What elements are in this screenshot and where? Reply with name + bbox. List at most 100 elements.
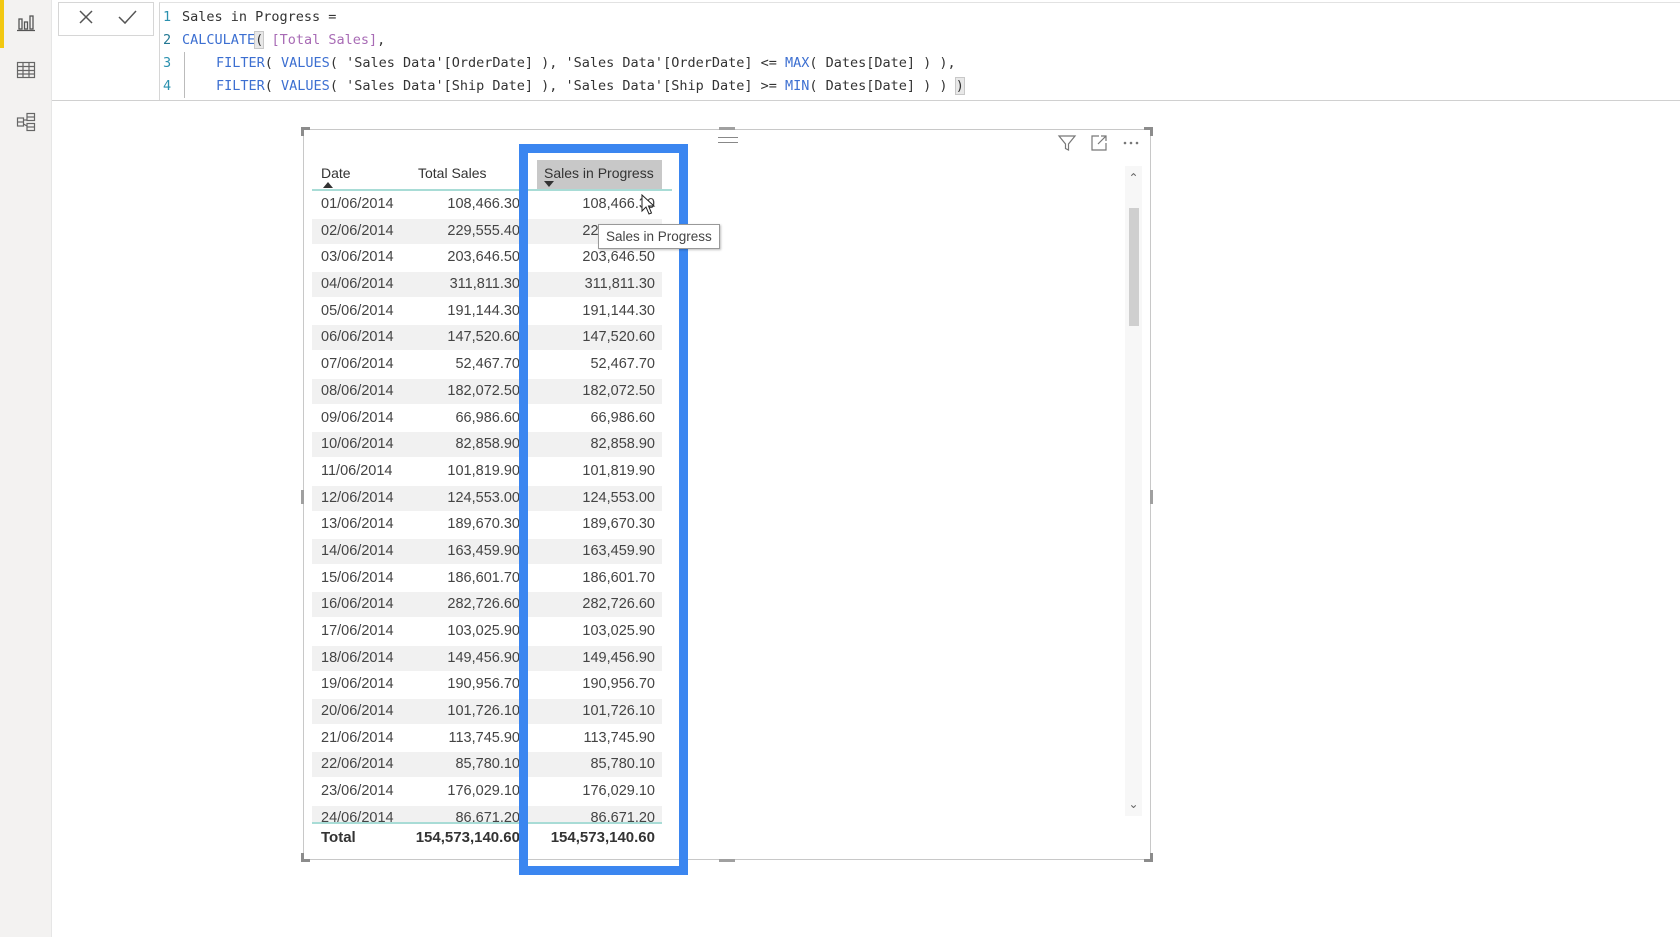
total-sales-cell: 282,726.60 xyxy=(447,596,520,613)
filter-button[interactable] xyxy=(1056,134,1078,156)
date-cell: 23/06/2014 xyxy=(321,783,394,800)
vertical-scrollbar[interactable]: ⌃ ⌄ xyxy=(1125,166,1142,816)
date-cell: 08/06/2014 xyxy=(321,382,394,399)
code-token: , xyxy=(377,32,386,48)
resize-handle-top-left[interactable] xyxy=(301,127,310,136)
table-row[interactable]: 21/06/2014 113,745.90 113,745.90 xyxy=(312,725,672,752)
table-row[interactable]: 15/06/2014 186,601.70 186,601.70 xyxy=(312,565,672,592)
sort-ascending-icon xyxy=(323,182,333,188)
column-label: Sales in Progress xyxy=(544,165,654,181)
total-sales-cell: 229,555.40 xyxy=(447,222,520,239)
table-row[interactable]: 05/06/2014 191,144.30 191,144.30 xyxy=(312,298,672,325)
date-cell: 10/06/2014 xyxy=(321,436,394,453)
resize-handle-right[interactable] xyxy=(1150,490,1153,504)
data-table: Date Total Sales Sales in Progress 01/06… xyxy=(312,160,672,852)
total-sales-cell: 186,601.70 xyxy=(447,569,520,586)
code-token: MIN xyxy=(784,78,810,94)
column-header-total-sales[interactable]: Total Sales xyxy=(418,160,518,189)
scroll-up-button[interactable]: ⌃ xyxy=(1125,168,1142,188)
table-row[interactable]: 09/06/2014 66,986.60 66,986.60 xyxy=(312,405,672,432)
table-header: Date Total Sales Sales in Progress xyxy=(312,160,672,191)
table-row[interactable]: 16/06/2014 282,726.60 282,726.60 xyxy=(312,591,672,618)
table-row[interactable]: 19/06/2014 190,956.70 190,956.70 xyxy=(312,671,672,698)
table-row[interactable]: 23/06/2014 176,029.10 176,029.10 xyxy=(312,778,672,805)
cancel-formula-button[interactable] xyxy=(71,4,101,34)
model-diagram-icon xyxy=(15,111,37,138)
date-cell: 15/06/2014 xyxy=(321,569,394,586)
table-row[interactable]: 06/06/2014 147,520.60 147,520.60 xyxy=(312,324,672,351)
date-cell: 05/06/2014 xyxy=(321,302,394,319)
data-view-button[interactable] xyxy=(0,48,52,96)
scroll-down-button[interactable]: ⌄ xyxy=(1125,794,1142,814)
resize-handle-top-right[interactable] xyxy=(1144,127,1153,136)
bar-chart-icon xyxy=(15,11,37,38)
sales-in-progress-cell: 189,670.30 xyxy=(582,516,655,533)
formula-line: 2 CALCULATE( [Total Sales], xyxy=(160,29,1680,52)
resize-handle-left[interactable] xyxy=(301,490,304,504)
date-cell: 02/06/2014 xyxy=(321,222,394,239)
table-row[interactable]: 04/06/2014 311,811.30 311,811.30 xyxy=(312,271,672,298)
report-view-button[interactable] xyxy=(0,0,52,48)
table-visual[interactable]: Date Total Sales Sales in Progress 01/06… xyxy=(301,127,1153,862)
resize-handle-top[interactable] xyxy=(719,127,735,130)
focus-mode-button[interactable] xyxy=(1088,134,1110,156)
table-row[interactable]: 11/06/2014 101,819.90 101,819.90 xyxy=(312,458,672,485)
resize-handle-bottom[interactable] xyxy=(719,859,735,862)
resize-handle-bottom-right[interactable] xyxy=(1144,853,1153,862)
code-token: FILTER xyxy=(216,55,265,71)
sales-in-progress-cell: 191,144.30 xyxy=(582,302,655,319)
table-row[interactable]: 14/06/2014 163,459.90 163,459.90 xyxy=(312,538,672,565)
drag-grip-handle[interactable] xyxy=(718,137,738,143)
code-token: ( xyxy=(264,55,282,71)
total-sales-cell: 149,456.90 xyxy=(447,649,520,666)
view-switcher-rail xyxy=(0,0,52,937)
formula-line: 3 FILTER( VALUES( 'Sales Data'[OrderDate]… xyxy=(160,52,1680,75)
focus-mode-icon xyxy=(1089,133,1109,158)
code-token: ( xyxy=(264,78,282,94)
sales-in-progress-cell: 186,601.70 xyxy=(582,569,655,586)
code-token: FILTER xyxy=(216,78,265,94)
checkmark-icon xyxy=(117,7,137,32)
sales-in-progress-cell: 108,466.30 xyxy=(582,196,655,212)
table-grid-icon xyxy=(15,59,37,86)
chevron-down-icon: ⌄ xyxy=(1128,797,1139,811)
table-row[interactable]: 07/06/2014 52,467.70 52,467.70 xyxy=(312,351,672,378)
close-icon xyxy=(76,7,96,32)
total-sales-cell: 66,986.60 xyxy=(455,409,520,426)
table-row[interactable]: 18/06/2014 149,456.90 149,456.90 xyxy=(312,645,672,672)
model-view-button[interactable] xyxy=(0,100,52,148)
more-options-button[interactable] xyxy=(1120,134,1142,156)
column-header-sales-in-progress[interactable]: Sales in Progress xyxy=(537,160,662,189)
column-header-date[interactable]: Date xyxy=(321,160,411,189)
total-sales-cell: 85,780.10 xyxy=(455,756,520,773)
scrollbar-thumb[interactable] xyxy=(1129,208,1139,326)
sales-in-progress-total: 154,573,140.60 xyxy=(550,829,655,846)
resize-handle-bottom-left[interactable] xyxy=(301,853,310,862)
sales-in-progress-cell: 182,072.50 xyxy=(582,382,655,399)
code-token: Sales in Progress = xyxy=(182,9,337,25)
total-sales-total: 154,573,140.60 xyxy=(415,829,520,846)
table-row[interactable]: 01/06/2014 108,466.30 108,466.30 xyxy=(312,191,672,218)
table-row[interactable]: 13/06/2014 189,670.30 189,670.30 xyxy=(312,511,672,538)
table-row[interactable]: 12/06/2014 124,553.00 124,553.00 xyxy=(312,485,672,512)
power-bi-desktop: 1 Sales in Progress = 2 CALCULATE( [Total S… xyxy=(0,0,1680,937)
column-tooltip: Sales in Progress xyxy=(598,224,720,249)
table-row[interactable]: 17/06/2014 103,025.90 103,025.90 xyxy=(312,618,672,645)
table-row[interactable]: 10/06/2014 82,858.90 82,858.90 xyxy=(312,431,672,458)
date-cell: 16/06/2014 xyxy=(321,596,394,613)
table-row[interactable]: 20/06/2014 101,726.10 101,726.10 xyxy=(312,698,672,725)
sales-in-progress-cell: 190,956.70 xyxy=(582,676,655,693)
total-sales-cell: 163,459.90 xyxy=(447,542,520,559)
code-token: MAX xyxy=(784,55,810,71)
code-token: ( 'Sales Data'[OrderDate] ), 'Sales Data… xyxy=(329,55,785,71)
date-cell: 19/06/2014 xyxy=(321,676,394,693)
line-number: 1 xyxy=(163,9,172,25)
sort-descending-icon xyxy=(544,181,554,187)
dax-formula-editor[interactable]: 1 Sales in Progress = 2 CALCULATE( [Total S… xyxy=(159,2,1680,100)
table-row[interactable]: 22/06/2014 85,780.10 85,780.10 xyxy=(312,751,672,778)
table-row[interactable]: 08/06/2014 182,072.50 182,072.50 xyxy=(312,378,672,405)
sales-in-progress-cell: 101,819.90 xyxy=(582,462,655,479)
commit-formula-button[interactable] xyxy=(112,4,142,34)
code-token: ) xyxy=(954,77,965,95)
column-label: Date xyxy=(321,165,351,181)
